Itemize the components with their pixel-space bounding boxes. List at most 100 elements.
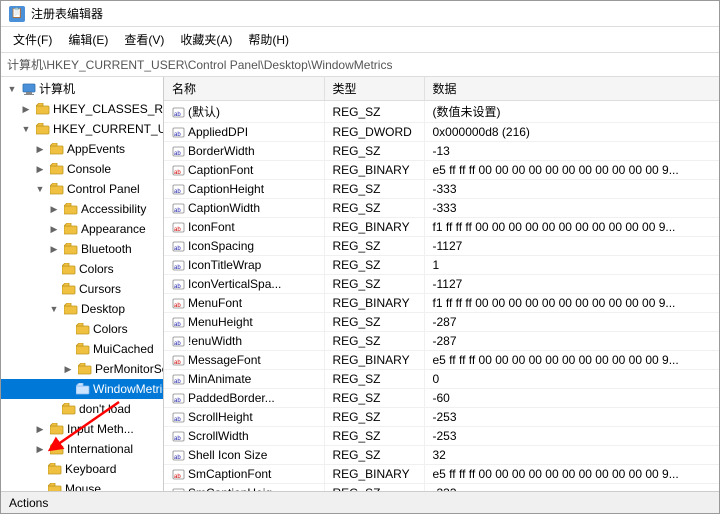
col-name[interactable]: 名称	[164, 77, 324, 101]
reg-type-cell: REG_SZ	[324, 446, 424, 465]
reg-type-cell: REG_SZ	[324, 199, 424, 218]
table-row[interactable]: abMenuHeightREG_SZ-287	[164, 313, 719, 332]
table-row[interactable]: ab(默认)REG_SZ(数值未设置)	[164, 101, 719, 123]
table-row[interactable]: abSmCaptionFontREG_BINARYe5 ff ff ff 00 …	[164, 465, 719, 484]
expand-hkcr[interactable]: ▶	[19, 102, 33, 116]
expand-appevents[interactable]: ▶	[33, 142, 47, 156]
svg-text:ab: ab	[174, 474, 181, 480]
hkcr-folder-icon	[35, 102, 51, 116]
table-row[interactable]: abAppliedDPIREG_DWORD0x000000d8 (216)	[164, 123, 719, 142]
reg-type-cell: REG_SZ	[324, 275, 424, 294]
table-row[interactable]: abSmCaptionHeig...REG_SZ-333	[164, 484, 719, 492]
reg-name-cell: abIconFont	[164, 218, 324, 237]
table-row[interactable]: abCaptionFontREG_BINARYe5 ff ff ff 00 00…	[164, 161, 719, 180]
table-row[interactable]: abCaptionHeightREG_SZ-333	[164, 180, 719, 199]
tree-item-console[interactable]: ▶ Console	[1, 159, 163, 179]
expand-bluetooth[interactable]: ▶	[47, 242, 61, 256]
tree-item-dontload[interactable]: don't load	[1, 399, 163, 419]
reg-value-icon: ab	[172, 241, 185, 253]
reg-data-cell: f1 ff ff ff 00 00 00 00 00 00 00 00 00 0…	[424, 294, 719, 313]
permonitor-label: PerMonitorSettings	[95, 360, 164, 378]
reg-data-cell: -333	[424, 199, 719, 218]
tree-item-desktop-colors[interactable]: Colors	[1, 319, 163, 339]
tree-item-accessibility[interactable]: ▶ Accessibility	[1, 199, 163, 219]
tree-item-bluetooth[interactable]: ▶ Bluetooth	[1, 239, 163, 259]
hkcr-label: HKEY_CLASSES_ROOT	[53, 100, 164, 118]
tree-item-permonitor[interactable]: ▶ PerMonitorSettings	[1, 359, 163, 379]
reg-name-cell: abIconSpacing	[164, 237, 324, 256]
expand-computer[interactable]: ▼	[5, 82, 19, 96]
table-row[interactable]: abIconTitleWrapREG_SZ1	[164, 256, 719, 275]
table-row[interactable]: ab!enuWidthREG_SZ-287	[164, 332, 719, 351]
menu-help[interactable]: 帮助(H)	[240, 29, 297, 50]
tree-item-controlpanel[interactable]: ▼ Control Panel	[1, 179, 163, 199]
desktop-colors-folder-icon	[75, 322, 91, 336]
table-row[interactable]: abMinAnimateREG_SZ0	[164, 370, 719, 389]
table-row[interactable]: abMessageFontREG_BINARYe5 ff ff ff 00 00…	[164, 351, 719, 370]
tree-item-international[interactable]: ▶ International	[1, 439, 163, 459]
menu-view[interactable]: 查看(V)	[116, 29, 172, 50]
col-type[interactable]: 类型	[324, 77, 424, 101]
tree-item-computer[interactable]: ▼ 计算机	[1, 79, 163, 99]
table-row[interactable]: abScrollHeightREG_SZ-253	[164, 408, 719, 427]
table-row[interactable]: abPaddedBorder...REG_SZ-60	[164, 389, 719, 408]
tree-item-inputmethod[interactable]: ▶ Input Meth...	[1, 419, 163, 439]
controlpanel-label: Control Panel	[67, 180, 140, 198]
tree-item-cursors[interactable]: Cursors	[1, 279, 163, 299]
svg-text:ab: ab	[174, 341, 181, 347]
appevents-folder-icon	[49, 142, 65, 156]
table-row[interactable]: abScrollWidthREG_SZ-253	[164, 427, 719, 446]
expand-inputmethod[interactable]: ▶	[33, 422, 47, 436]
expand-international[interactable]: ▶	[33, 442, 47, 456]
console-folder-icon	[49, 162, 65, 176]
menu-favorites[interactable]: 收藏夹(A)	[172, 29, 240, 50]
expand-permonitor[interactable]: ▶	[61, 362, 75, 376]
expand-console[interactable]: ▶	[33, 162, 47, 176]
expand-hkcu[interactable]: ▼	[19, 122, 33, 136]
tree-item-keyboard[interactable]: Keyboard	[1, 459, 163, 479]
svg-text:ab: ab	[174, 170, 181, 176]
reg-value-icon: ab	[172, 222, 185, 234]
reg-data-cell: -333	[424, 484, 719, 492]
table-row[interactable]: abIconSpacingREG_SZ-1127	[164, 237, 719, 256]
expand-desktop[interactable]: ▼	[47, 302, 61, 316]
table-row[interactable]: abBorderWidthREG_SZ-13	[164, 142, 719, 161]
reg-data-cell: -60	[424, 389, 719, 408]
table-row[interactable]: abShell Icon SizeREG_SZ32	[164, 446, 719, 465]
expand-controlpanel[interactable]: ▼	[33, 182, 47, 196]
reg-name-cell: abCaptionHeight	[164, 180, 324, 199]
reg-name-cell: abScrollHeight	[164, 408, 324, 427]
content-wrapper: ▼ 计算机 ▶ HKEY_CLASSES_ROOT	[1, 77, 719, 491]
table-row[interactable]: abCaptionWidthREG_SZ-333	[164, 199, 719, 218]
tree-item-hkcr[interactable]: ▶ HKEY_CLASSES_ROOT	[1, 99, 163, 119]
col-data[interactable]: 数据	[424, 77, 719, 101]
reg-name-cell: abPaddedBorder...	[164, 389, 324, 408]
tree-item-hkcu[interactable]: ▼ HKEY_CURRENT_USER	[1, 119, 163, 139]
tree-item-appearance[interactable]: ▶ Appearance	[1, 219, 163, 239]
tree-item-muicached[interactable]: MuiCached	[1, 339, 163, 359]
reg-type-cell: REG_SZ	[324, 427, 424, 446]
reg-type-cell: REG_SZ	[324, 332, 424, 351]
muicached-folder-icon	[75, 342, 91, 356]
svg-text:ab: ab	[174, 112, 181, 118]
tree-item-windowmetrics[interactable]: WindowMetrics	[1, 379, 163, 399]
tree-item-mouse[interactable]: Mouse	[1, 479, 163, 491]
menu-file[interactable]: 文件(F)	[5, 29, 60, 50]
status-bar: Actions	[1, 491, 719, 513]
table-row[interactable]: abMenuFontREG_BINARYf1 ff ff ff 00 00 00…	[164, 294, 719, 313]
table-row[interactable]: abIconVerticalSpa...REG_SZ-1127	[164, 275, 719, 294]
expand-accessibility[interactable]: ▶	[47, 202, 61, 216]
reg-name-cell: abIconVerticalSpa...	[164, 275, 324, 294]
expand-appearance[interactable]: ▶	[47, 222, 61, 236]
table-row[interactable]: abIconFontREG_BINARYf1 ff ff ff 00 00 00…	[164, 218, 719, 237]
tree-item-colors[interactable]: Colors	[1, 259, 163, 279]
appevents-label: AppEvents	[67, 140, 125, 158]
tree-item-appevents[interactable]: ▶ AppEvents	[1, 139, 163, 159]
reg-data-cell: e5 ff ff ff 00 00 00 00 00 00 00 00 00 0…	[424, 161, 719, 180]
reg-name-cell: abCaptionWidth	[164, 199, 324, 218]
reg-data-cell: f1 ff ff ff 00 00 00 00 00 00 00 00 00 0…	[424, 218, 719, 237]
tree-item-desktop[interactable]: ▼ Desktop	[1, 299, 163, 319]
svg-text:ab: ab	[174, 265, 181, 271]
reg-name-cell: abShell Icon Size	[164, 446, 324, 465]
menu-edit[interactable]: 编辑(E)	[60, 29, 116, 50]
